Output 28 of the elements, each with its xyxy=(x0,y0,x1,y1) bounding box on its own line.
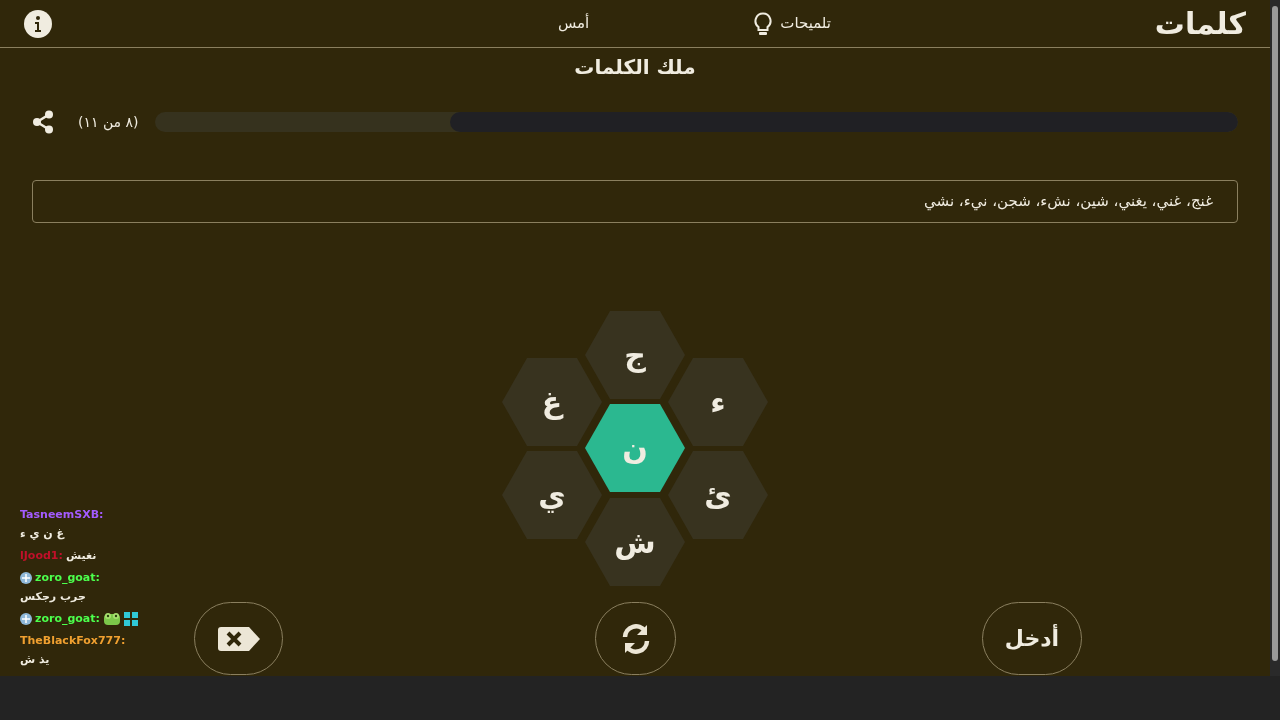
letter-tile[interactable]: ء xyxy=(668,358,768,446)
letter-tile[interactable]: ش xyxy=(585,498,685,586)
letter-tile[interactable]: ئ xyxy=(668,451,768,539)
grid-emote-icon xyxy=(123,611,138,626)
logo: كلمات xyxy=(1153,5,1246,43)
hints-button[interactable]: تلميحات xyxy=(754,11,831,36)
chat-message: نغيش xyxy=(65,548,97,564)
chat-username: zoro_goat: xyxy=(35,570,100,586)
puzzle-title: ملك الكلمات xyxy=(574,54,696,81)
yesterday-button[interactable]: أمس xyxy=(557,12,590,35)
letter-tile[interactable]: ج xyxy=(585,311,685,399)
progress-count: (٨ من ١١) xyxy=(78,112,139,133)
backspace-icon xyxy=(217,626,260,651)
chat-message: جرب رجكس xyxy=(20,589,86,605)
letter-tile[interactable]: ي xyxy=(502,451,602,539)
chat-username: lJood1: xyxy=(20,548,63,564)
lightbulb-icon xyxy=(754,11,773,36)
found-words-box: غنج، غني، يغني، شين، نشء، شجن، نيء، نشي xyxy=(32,180,1238,223)
chat-message: يذ ش xyxy=(20,652,50,668)
letter-tile[interactable]: غ xyxy=(502,358,602,446)
info-icon[interactable] xyxy=(24,9,52,38)
chat-username: TheBlackFox777: xyxy=(20,633,126,649)
frog-emote-icon xyxy=(102,611,121,626)
chat-username: zoro_goat: xyxy=(35,611,100,627)
chat-username: TasneemSXB: xyxy=(20,507,104,523)
share-icon[interactable] xyxy=(32,110,54,134)
chat-message: غ ن ي ء xyxy=(20,526,65,542)
scrollbar-thumb[interactable] xyxy=(1272,6,1278,661)
